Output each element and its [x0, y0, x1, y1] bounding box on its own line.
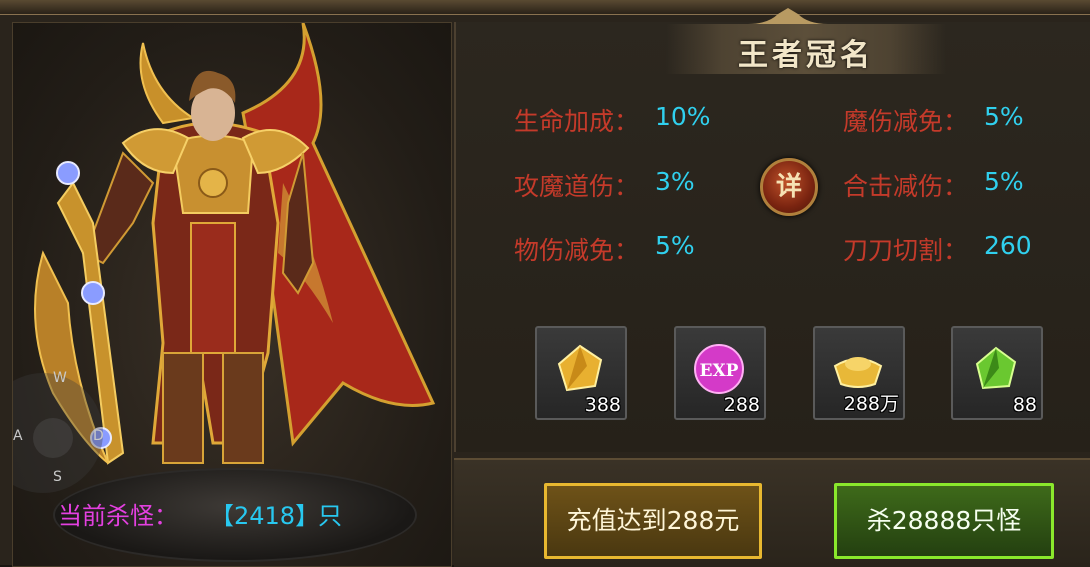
kill-counter-label: 当前杀怪：: [58, 502, 178, 530]
title-ornament-icon: [748, 8, 828, 24]
gold-gem-icon: [557, 344, 603, 392]
exp-orb-icon: EXP: [694, 344, 744, 394]
key-w: W: [53, 370, 67, 386]
stat-combo-reduction-value: 5%: [984, 167, 1024, 196]
reward-slot-gold-gem[interactable]: 388: [535, 326, 627, 420]
stat-hp-bonus-value: 10%: [655, 102, 711, 131]
reward-slot-gold-ingot[interactable]: 288万: [813, 326, 905, 420]
green-jade-icon: [975, 346, 1017, 390]
reward-count: 288万: [843, 393, 899, 415]
key-s: S: [53, 469, 62, 485]
key-d: D: [93, 428, 104, 444]
stat-attack-label: 攻魔道伤：: [514, 172, 640, 201]
reward-count: 88: [1012, 394, 1037, 416]
kill-counter-unit: 只: [318, 502, 342, 530]
reward-count: 388: [584, 394, 621, 416]
recharge-condition-button[interactable]: 充值达到288元: [544, 483, 762, 559]
reward-count: 288: [723, 394, 760, 416]
gold-ingot-icon: [833, 357, 883, 388]
stat-phys-reduction-label: 物伤减免：: [514, 236, 640, 265]
kill-counter-value: 【2418】: [210, 502, 320, 530]
top-border: [0, 0, 1090, 15]
stat-magic-reduction-label: 魔伤减免：: [843, 107, 969, 136]
detail-button[interactable]: 详: [760, 158, 818, 216]
character-preview-panel: W A D S: [12, 22, 452, 567]
stat-magic-reduction-value: 5%: [984, 102, 1024, 131]
title-heading: 王者冠名: [738, 38, 874, 73]
reward-slot-green-jade[interactable]: 88: [951, 326, 1043, 420]
stat-phys-reduction-value: 5%: [655, 231, 695, 260]
stat-combo-reduction-label: 合击减伤：: [843, 172, 969, 201]
svg-text:EXP: EXP: [700, 361, 739, 381]
kill-condition-button[interactable]: 杀28888只怪: [834, 483, 1054, 559]
stat-blade-cut-label: 刀刀切割：: [843, 236, 969, 265]
joystick-knob[interactable]: [33, 418, 73, 458]
key-a: A: [13, 428, 23, 444]
reward-slot-exp[interactable]: EXP 288: [674, 326, 766, 420]
stat-hp-bonus-label: 生命加成：: [514, 107, 640, 136]
stat-blade-cut-value: 260: [984, 231, 1032, 260]
stat-attack-value: 3%: [655, 167, 695, 196]
